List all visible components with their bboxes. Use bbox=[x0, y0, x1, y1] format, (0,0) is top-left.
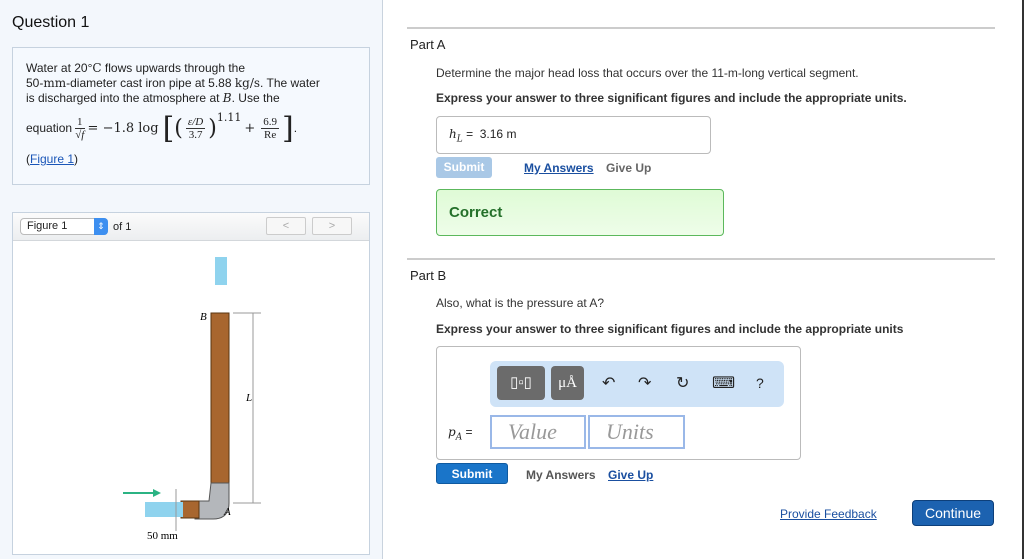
text: equation bbox=[26, 120, 73, 135]
label-b: B bbox=[200, 311, 207, 323]
next-figure-button[interactable]: > bbox=[312, 217, 352, 235]
text: p bbox=[448, 425, 456, 439]
part-a-title: Part A bbox=[410, 37, 446, 52]
text: 6.9 bbox=[261, 115, 279, 129]
redo-icon[interactable]: ↷ bbox=[638, 373, 651, 393]
part-a-instruction: Express your answer to three significant… bbox=[436, 91, 907, 105]
pipe-figure: B L A 50 mm bbox=[123, 257, 261, 542]
question-panel: Question 1 Water at 20°C flows upwards t… bbox=[0, 0, 383, 559]
text: is discharged into the atmosphere at bbox=[26, 91, 223, 105]
friction-equation: equation 1 √f = −1.8 log [( ε/D 3.7 ) 1.11 … bbox=[26, 110, 298, 146]
text: B bbox=[222, 91, 232, 105]
part-a-submit-button[interactable]: Submit bbox=[436, 157, 492, 178]
divider bbox=[407, 258, 995, 260]
text: . Use the bbox=[231, 91, 280, 105]
text: + bbox=[244, 120, 256, 136]
label-l: L bbox=[245, 392, 252, 404]
keyboard-icon[interactable]: ⌨ bbox=[712, 373, 735, 393]
problem-statement: Water at 20°C flows upwards through the … bbox=[12, 47, 370, 185]
part-b-submit-button[interactable]: Submit bbox=[436, 463, 508, 484]
part-a-my-answers-link[interactable]: My Answers bbox=[524, 161, 594, 175]
part-b-give-up-link[interactable]: Give Up bbox=[608, 468, 653, 482]
text: . The water bbox=[260, 76, 320, 90]
figure-link[interactable]: Figure 1 bbox=[30, 152, 74, 166]
reset-icon[interactable]: ↻ bbox=[676, 373, 689, 393]
text: = bbox=[465, 425, 473, 439]
text: 3.7 bbox=[188, 128, 203, 141]
text: mm bbox=[43, 76, 67, 90]
part-b-my-answers: My Answers bbox=[526, 468, 596, 482]
text: 1 bbox=[75, 115, 85, 129]
select-arrows-icon: ⇕ bbox=[94, 218, 108, 235]
text: flows upwards through the bbox=[101, 61, 246, 75]
part-b-prompt: Also, what is the pressure at A? bbox=[436, 296, 605, 310]
label-a: A bbox=[223, 506, 231, 518]
text: ε/D bbox=[185, 115, 206, 129]
label-diameter: 50 mm bbox=[147, 530, 178, 541]
continue-button[interactable]: Continue bbox=[912, 500, 994, 526]
text: h bbox=[449, 127, 457, 141]
text: 1.11 bbox=[216, 111, 242, 124]
units-input[interactable]: Units bbox=[588, 415, 685, 449]
part-b-title: Part B bbox=[410, 268, 447, 283]
text: L bbox=[456, 134, 463, 145]
question-title: Question 1 bbox=[12, 14, 90, 31]
figure-viewer: Figure 1 ⇕ of 1 < > B L A 50 mm bbox=[12, 212, 370, 555]
undo-icon[interactable]: ↶ bbox=[602, 373, 615, 393]
units-button[interactable]: μÅ bbox=[551, 366, 584, 400]
answer-panel: Part A Determine the major head loss tha… bbox=[383, 0, 1022, 559]
part-a-answer: hL = 3.16 m bbox=[436, 116, 711, 154]
part-b-instruction: Express your answer to three significant… bbox=[436, 322, 904, 336]
divider bbox=[407, 27, 995, 29]
text: √f bbox=[75, 128, 85, 141]
text: = −1.8 log bbox=[87, 120, 159, 136]
value-input[interactable]: Value bbox=[490, 415, 586, 449]
text: 50- bbox=[26, 76, 44, 90]
correct-feedback: Correct bbox=[436, 189, 724, 236]
text: kg/s bbox=[234, 76, 261, 90]
part-a-give-up: Give Up bbox=[606, 161, 652, 175]
templates-icon[interactable]: ▯▫▯ bbox=[497, 366, 545, 400]
text: A bbox=[455, 432, 463, 443]
math-toolbar: ▯▫▯ μÅ ↶ ↷ ↻ ⌨ ? bbox=[490, 361, 784, 407]
text: Water at 20 bbox=[26, 61, 88, 75]
answer-value: 3.16 m bbox=[479, 127, 517, 141]
part-b-answer-box: ▯▫▯ μÅ ↶ ↷ ↻ ⌨ ? pA = Value Units bbox=[436, 346, 801, 460]
text: = bbox=[466, 127, 474, 141]
help-icon[interactable]: ? bbox=[756, 375, 764, 391]
text: Re bbox=[263, 128, 277, 141]
text: -diameter cast iron pipe at 5.88 bbox=[66, 76, 235, 90]
pa-label: pA = bbox=[448, 425, 473, 442]
text: C bbox=[92, 61, 102, 75]
figure-select[interactable]: Figure 1 ⇕ bbox=[20, 218, 108, 235]
figure-count: of 1 bbox=[113, 220, 132, 233]
part-a-prompt: Determine the major head loss that occur… bbox=[436, 66, 859, 80]
provide-feedback-link[interactable]: Provide Feedback bbox=[780, 507, 877, 521]
text: Figure 1 bbox=[27, 220, 68, 232]
prev-figure-button[interactable]: < bbox=[266, 217, 306, 235]
